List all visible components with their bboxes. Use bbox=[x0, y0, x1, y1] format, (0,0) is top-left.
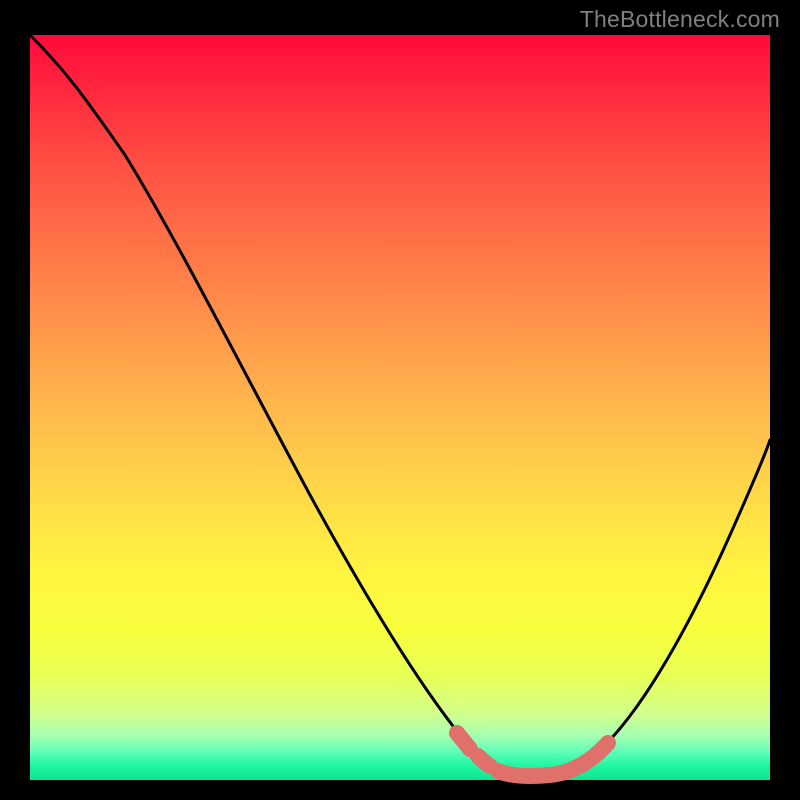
bottleneck-curve-svg bbox=[30, 35, 770, 780]
chart-frame: TheBottleneck.com bbox=[0, 0, 800, 800]
bottleneck-curve-main bbox=[30, 35, 770, 775]
watermark-text: TheBottleneck.com bbox=[580, 6, 780, 33]
plot-area bbox=[30, 35, 770, 780]
bottleneck-curve-highlight bbox=[457, 733, 608, 776]
